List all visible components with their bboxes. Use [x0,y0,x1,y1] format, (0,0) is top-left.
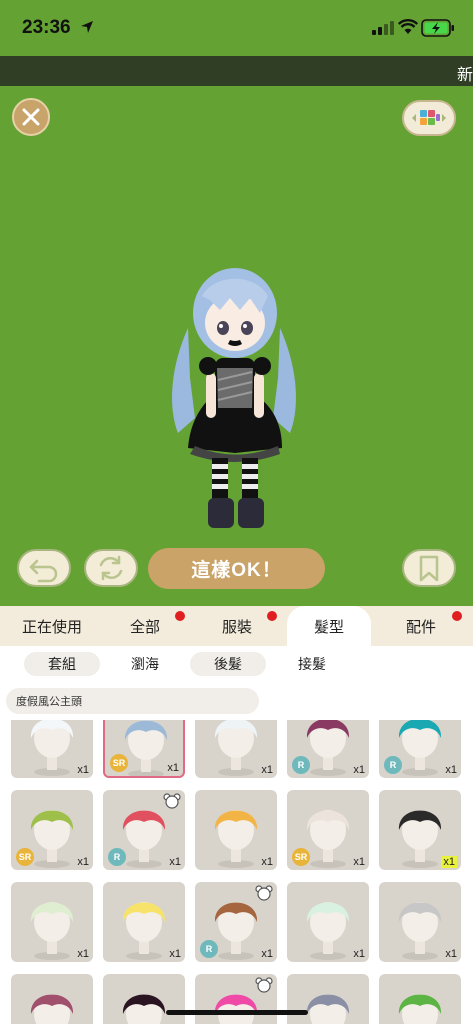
announcement-ticker[interactable]: 新 [0,56,473,86]
undo-button[interactable] [17,549,71,587]
wifi-icon [398,19,418,34]
subtab-set[interactable]: 套組 [24,652,100,676]
hair-preview-icon [122,994,166,1024]
undo-arrow-icon [29,559,58,583]
hair-item-card[interactable] [103,974,185,1024]
striped-legs [212,458,258,502]
hair-item-card[interactable]: x1 [11,720,93,778]
hair-item-card[interactable]: x1 R [195,882,277,962]
rarity-badge: SR [110,754,128,772]
rarity-badge: SR [292,848,310,866]
hair-preview-icon [306,994,350,1024]
bear-icon [255,885,273,901]
tab-clothing[interactable]: 服裝 [196,606,278,646]
home-indicator[interactable] [166,1010,308,1015]
notification-dot [267,611,277,621]
subtab-back-hair[interactable]: 後髮 [190,652,266,676]
swap-button[interactable] [84,549,138,587]
item-quantity: x1 [353,856,365,868]
filter-label: 度假風公主頭 [16,696,82,708]
filter-bar: 度假風公主頭 [0,682,473,722]
hair-item-card[interactable]: x1 R [287,720,369,778]
status-time: 23:36 [22,17,71,38]
subtab-label: 接髮 [298,656,326,672]
notification-dot [452,611,462,621]
hair-item-card[interactable] [379,974,461,1024]
close-icon [22,108,40,126]
subtab-label: 後髮 [214,656,242,672]
color-palette-button[interactable] [402,100,456,136]
category-tabs: 正在使用 全部 服裝 髮型 配件 [0,606,473,646]
refresh-icon [99,555,123,581]
hair-item-card[interactable]: x1 SR [287,790,369,870]
hair-item-card[interactable]: x1 [11,882,93,962]
hair-subtabs: 套組 瀏海 後髮 接髮 [0,646,473,682]
tab-label: 正在使用 [21,618,82,636]
item-quantity: x1 [261,764,273,776]
rarity-badge: R [292,756,310,774]
tab-label: 配件 [405,618,436,636]
rarity-badge: R [108,848,126,866]
hair-item-grid: x1 x1 SR x1 x1 Rx1 Rx1 SR x1 Rx1 x1 SR x1 x1 x1 x1 Rx1 x1 [0,720,473,1024]
tab-in-use[interactable]: 正在使用 [0,606,104,646]
tab-label: 全部 [129,618,160,636]
item-quantity: x1 [445,948,457,960]
location-arrow-icon [81,21,93,33]
battery-charging-icon [421,19,454,37]
hair-item-card[interactable] [195,974,277,1024]
hair-item-card[interactable]: x1 SR [103,720,185,778]
item-quantity: x1 [261,948,273,960]
item-quantity: x1 [169,856,181,868]
subtab-extensions[interactable]: 接髮 [274,652,350,676]
subtab-label: 瀏海 [131,656,159,672]
cellular-signal-icon [372,21,394,35]
bear-icon [163,793,181,809]
hair-item-card[interactable]: x1 [103,882,185,962]
item-quantity: x1 [261,856,273,868]
item-quantity: x1 [445,764,457,776]
tab-label: 髮型 [313,618,344,636]
item-quantity: x1 [441,856,457,868]
hair-item-card[interactable]: x1 [195,790,277,870]
bear-icon [255,977,273,993]
hair-item-card[interactable]: x1 [287,882,369,962]
avatar-figure [172,268,296,528]
item-quantity: x1 [167,762,179,774]
ticker-text: 新 [456,65,473,84]
tab-label: 服裝 [221,618,252,636]
hair-item-card[interactable]: x1 R [379,720,461,778]
hair-item-card[interactable]: x1 [379,790,461,870]
subtab-label: 套組 [48,656,76,672]
tab-accessories[interactable]: 配件 [380,606,462,646]
bookmark-icon [419,555,439,582]
color-grid-icon [412,110,446,125]
rarity-badge: R [384,756,402,774]
item-quantity: x1 [77,948,89,960]
hair-item-card[interactable] [11,974,93,1024]
hair-item-card[interactable]: x1 [379,882,461,962]
item-quantity: x1 [169,948,181,960]
rarity-badge: SR [16,848,34,866]
hair-preview-icon [30,994,74,1024]
confirm-ok-button[interactable]: 這樣OK！ [148,548,325,589]
item-quantity: x1 [77,764,89,776]
tab-all[interactable]: 全部 [104,606,186,646]
hair-preview-icon [398,994,442,1024]
style-filter-chip[interactable]: 度假風公主頭 [6,688,259,714]
save-outfit-button[interactable] [402,549,456,587]
hair-item-card[interactable] [287,974,369,1024]
notification-dot [175,611,185,621]
item-quantity: x1 [353,948,365,960]
subtab-bangs[interactable]: 瀏海 [104,646,186,682]
item-quantity: x1 [353,764,365,776]
hair-item-card[interactable]: x1 SR [11,790,93,870]
status-bar: 23:36 [0,0,473,56]
rarity-badge: R [200,940,218,958]
hair-item-card[interactable]: x1 R [103,790,185,870]
tab-hairstyle[interactable]: 髮型 [287,606,371,646]
item-quantity: x1 [77,856,89,868]
close-button[interactable] [12,98,50,136]
hair-item-card[interactable]: x1 [195,720,277,778]
